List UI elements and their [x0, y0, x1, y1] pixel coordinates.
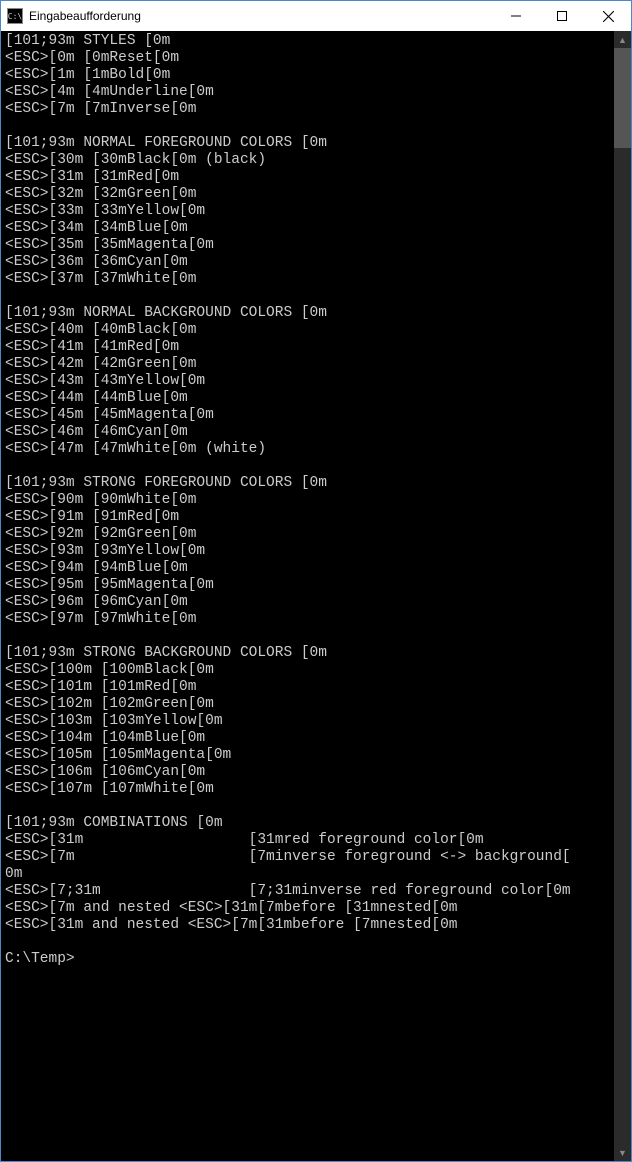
terminal-line: 0m [5, 866, 610, 883]
terminal-line: <ESC>[94m [94mBlue[0m [5, 560, 610, 577]
terminal-line: <ESC>[101m [101mRed[0m [5, 679, 610, 696]
terminal-line: <ESC>[42m [42mGreen[0m [5, 356, 610, 373]
terminal-output[interactable]: [101;93m STYLES [0m<ESC>[0m [0mReset[0m<… [1, 31, 614, 1161]
terminal-line: <ESC>[40m [40mBlack[0m [5, 322, 610, 339]
terminal-blank-line [5, 628, 610, 645]
terminal-line: <ESC>[92m [92mGreen[0m [5, 526, 610, 543]
terminal-line: [101;93m NORMAL BACKGROUND COLORS [0m [5, 305, 610, 322]
maximize-button[interactable] [539, 1, 585, 31]
terminal-line: <ESC>[36m [36mCyan[0m [5, 254, 610, 271]
terminal-line: <ESC>[45m [45mMagenta[0m [5, 407, 610, 424]
window-buttons [493, 1, 631, 31]
terminal-blank-line [5, 798, 610, 815]
cmd-icon: C:\ [7, 8, 23, 24]
terminal-line: <ESC>[47m [47mWhite[0m (white) [5, 441, 610, 458]
terminal-line: <ESC>[103m [103mYellow[0m [5, 713, 610, 730]
terminal-line: <ESC>[4m [4mUnderline[0m [5, 84, 610, 101]
window-title: Eingabeaufforderung [29, 9, 493, 23]
terminal-line: <ESC>[95m [95mMagenta[0m [5, 577, 610, 594]
terminal-line: <ESC>[7;31m [7;31minverse red foreground… [5, 883, 610, 900]
scroll-thumb[interactable] [614, 48, 631, 148]
terminal-line: [101;93m STRONG BACKGROUND COLORS [0m [5, 645, 610, 662]
terminal-line: <ESC>[41m [41mRed[0m [5, 339, 610, 356]
terminal-line: <ESC>[93m [93mYellow[0m [5, 543, 610, 560]
terminal-line: <ESC>[107m [107mWhite[0m [5, 781, 610, 798]
terminal-line: <ESC>[30m [30mBlack[0m (black) [5, 152, 610, 169]
terminal-line: <ESC>[34m [34mBlue[0m [5, 220, 610, 237]
terminal-line: [101;93m COMBINATIONS [0m [5, 815, 610, 832]
terminal-blank-line [5, 288, 610, 305]
terminal-line: <ESC>[104m [104mBlue[0m [5, 730, 610, 747]
terminal-line: <ESC>[44m [44mBlue[0m [5, 390, 610, 407]
terminal-blank-line [5, 458, 610, 475]
terminal-line: <ESC>[102m [102mGreen[0m [5, 696, 610, 713]
terminal-line: <ESC>[33m [33mYellow[0m [5, 203, 610, 220]
terminal-line: <ESC>[7m [7mInverse[0m [5, 101, 610, 118]
scroll-down-button[interactable]: ▼ [614, 1144, 631, 1161]
scrollbar[interactable]: ▲ ▼ [614, 31, 631, 1161]
terminal-line: <ESC>[106m [106mCyan[0m [5, 764, 610, 781]
terminal-line: <ESC>[97m [97mWhite[0m [5, 611, 610, 628]
close-button[interactable] [585, 1, 631, 31]
terminal-area: [101;93m STYLES [0m<ESC>[0m [0mReset[0m<… [1, 31, 631, 1161]
terminal-line: <ESC>[31m [31mred foreground color[0m [5, 832, 610, 849]
terminal-line: <ESC>[31m [31mRed[0m [5, 169, 610, 186]
terminal-line: <ESC>[1m [1mBold[0m [5, 67, 610, 84]
terminal-line: <ESC>[91m [91mRed[0m [5, 509, 610, 526]
titlebar[interactable]: C:\ Eingabeaufforderung [1, 1, 631, 31]
terminal-line: <ESC>[32m [32mGreen[0m [5, 186, 610, 203]
scroll-up-button[interactable]: ▲ [614, 31, 631, 48]
terminal-line: [101;93m STYLES [0m [5, 33, 610, 50]
terminal-line: <ESC>[7m and nested <ESC>[31m[7mbefore [… [5, 900, 610, 917]
terminal-line: <ESC>[46m [46mCyan[0m [5, 424, 610, 441]
terminal-line: <ESC>[31m and nested <ESC>[7m[31mbefore … [5, 917, 610, 934]
terminal-line: <ESC>[90m [90mWhite[0m [5, 492, 610, 509]
minimize-button[interactable] [493, 1, 539, 31]
terminal-line: <ESC>[96m [96mCyan[0m [5, 594, 610, 611]
terminal-line: <ESC>[43m [43mYellow[0m [5, 373, 610, 390]
terminal-line: <ESC>[35m [35mMagenta[0m [5, 237, 610, 254]
terminal-line: <ESC>[7m [7minverse foreground <-> backg… [5, 849, 610, 866]
terminal-blank-line [5, 934, 610, 951]
terminal-line: C:\Temp> [5, 951, 610, 968]
terminal-line: [101;93m NORMAL FOREGROUND COLORS [0m [5, 135, 610, 152]
terminal-line: <ESC>[105m [105mMagenta[0m [5, 747, 610, 764]
terminal-line: <ESC>[0m [0mReset[0m [5, 50, 610, 67]
terminal-line: <ESC>[37m [37mWhite[0m [5, 271, 610, 288]
terminal-blank-line [5, 118, 610, 135]
terminal-line: [101;93m STRONG FOREGROUND COLORS [0m [5, 475, 610, 492]
terminal-line: <ESC>[100m [100mBlack[0m [5, 662, 610, 679]
